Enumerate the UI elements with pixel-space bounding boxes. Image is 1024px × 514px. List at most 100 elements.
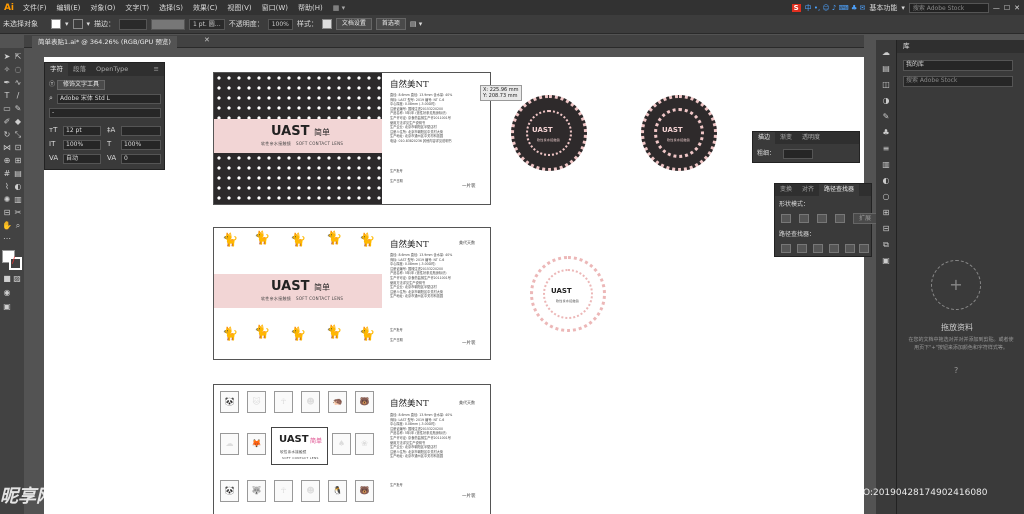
tab-pathfinder[interactable]: 路径查找器 xyxy=(819,184,860,196)
stroke-swatch[interactable] xyxy=(72,19,83,29)
intersect-button[interactable] xyxy=(817,214,827,223)
libraries-icon[interactable]: ☁ xyxy=(881,48,891,58)
layers-icon[interactable]: ◫ xyxy=(881,80,891,90)
artboard[interactable]: UAST 简单 软性亲水接触镜 SOFT CONTACT LENS 自然美NT … xyxy=(44,57,864,514)
more-tools-icon[interactable]: ⋯ xyxy=(2,234,12,244)
minus-front-button[interactable] xyxy=(799,214,809,223)
round-label-dark-1[interactable]: UAST 软性亲水接触镜 xyxy=(511,95,587,171)
kerning-field[interactable]: 自动 xyxy=(63,154,101,164)
eraser-tool-icon[interactable]: ◆ xyxy=(13,117,23,127)
menu-view[interactable]: 视图(V) xyxy=(222,3,256,13)
shape-builder-tool-icon[interactable]: ⊕ xyxy=(2,156,12,166)
magic-wand-tool-icon[interactable]: ✧ xyxy=(2,65,12,75)
menu-effect[interactable]: 效果(C) xyxy=(188,3,222,13)
panel-menu-icon[interactable]: ≡ xyxy=(149,63,164,76)
curvature-tool-icon[interactable]: ∿ xyxy=(13,78,23,88)
eyedropper-tool-icon[interactable]: ⌇ xyxy=(2,182,12,192)
round-label-dark-2[interactable]: UAST 软性亲水接触镜 xyxy=(641,95,717,171)
preferences-button[interactable]: 首选项 xyxy=(375,18,406,30)
lasso-tool-icon[interactable]: ◌ xyxy=(13,65,23,75)
tab-opentype[interactable]: OpenType xyxy=(91,63,133,76)
gradient-tool-icon[interactable]: ▤ xyxy=(13,169,23,179)
opacity-field[interactable]: 100% xyxy=(267,18,293,30)
mesh-tool-icon[interactable]: # xyxy=(2,169,12,179)
appearance-icon[interactable]: ○ xyxy=(881,192,891,202)
expand-button[interactable]: 扩展 xyxy=(853,213,878,224)
align-icon[interactable]: ⊟ xyxy=(881,224,891,234)
width-tool-icon[interactable]: ⋈ xyxy=(2,143,12,153)
tab-paragraph[interactable]: 段落 xyxy=(68,63,91,76)
workspace-switcher[interactable]: 基本功能 xyxy=(869,3,897,13)
merge-button[interactable] xyxy=(813,244,823,253)
graph-tool-icon[interactable]: ▥ xyxy=(13,195,23,205)
gradient-icon[interactable]: ▥ xyxy=(881,160,891,170)
menu-edit[interactable]: 编辑(E) xyxy=(52,3,86,13)
stroke-weight-field[interactable] xyxy=(119,18,148,30)
symbol-sprayer-tool-icon[interactable]: ✺ xyxy=(2,195,12,205)
library-select[interactable]: 我的库 xyxy=(903,60,1013,71)
blend-tool-icon[interactable]: ◐ xyxy=(13,182,23,192)
transform-icon[interactable]: ⊞ xyxy=(881,208,891,218)
round-label-light[interactable]: UAST 软性亲水接触镜 xyxy=(530,256,606,332)
properties-icon[interactable]: ▤ xyxy=(881,64,891,74)
pathfinder-icon[interactable]: ⧉ xyxy=(881,240,891,250)
font-style-field[interactable]: - xyxy=(49,108,161,118)
document-tab[interactable]: 简单表贴1.ai* @ 364.26% (RGB/GPU 预览) xyxy=(32,36,177,48)
tracking-field[interactable]: 0 xyxy=(121,154,161,164)
tab-gradient[interactable]: 渐变 xyxy=(775,132,797,144)
menu-file[interactable]: 文件(F) xyxy=(18,3,52,13)
exclude-button[interactable] xyxy=(835,214,845,223)
menu-help[interactable]: 帮助(H) xyxy=(293,3,328,13)
transparency-icon[interactable]: ◐ xyxy=(881,176,891,186)
minimize-icon[interactable]: — xyxy=(993,4,1000,12)
scale-tool-icon[interactable]: ⤡ xyxy=(13,130,23,140)
menu-object[interactable]: 对象(O) xyxy=(85,3,120,13)
trim-button[interactable] xyxy=(797,244,807,253)
stock-search-input[interactable]: 搜索 Adobe Stock xyxy=(908,2,989,13)
unite-button[interactable] xyxy=(781,214,791,223)
minus-back-button[interactable] xyxy=(859,244,869,253)
arrange-icon[interactable]: ▤ ▾ xyxy=(410,20,422,28)
rotate-tool-icon[interactable]: ↻ xyxy=(2,130,12,140)
shaper-tool-icon[interactable]: ✐ xyxy=(2,117,12,127)
menu-type[interactable]: 文字(T) xyxy=(120,3,154,13)
stroke-weight-input[interactable] xyxy=(783,149,813,159)
maximize-icon[interactable]: ☐ xyxy=(1004,4,1010,12)
artboards-icon[interactable]: ▣ xyxy=(881,256,891,266)
brush-definition[interactable]: 1 pt. 圆… xyxy=(189,18,225,30)
color-icon[interactable]: ◑ xyxy=(881,96,891,106)
direct-selection-tool-icon[interactable]: ⇱ xyxy=(13,52,23,62)
brushes-icon[interactable]: ✎ xyxy=(881,112,891,122)
leading-field[interactable] xyxy=(121,126,161,136)
outline-button[interactable] xyxy=(845,244,855,253)
label-cats[interactable]: 🐈 🐈 🐈 🐈 🐈 UAST 简单 软性亲水接触镜 SOFT CONTACT L… xyxy=(213,227,491,360)
library-search-input[interactable]: 搜索 Adobe Stock xyxy=(903,76,1013,87)
document-setup-button[interactable]: 文档设置 xyxy=(335,18,372,30)
zoom-tool-icon[interactable]: ⌕ xyxy=(13,221,23,231)
rectangle-tool-icon[interactable]: ▭ xyxy=(2,104,12,114)
touch-type-button[interactable]: 修饰文字工具 xyxy=(56,80,105,90)
paintbrush-tool-icon[interactable]: ✎ xyxy=(13,104,23,114)
fill-chevron-icon[interactable]: ▾ xyxy=(65,20,69,28)
tab-transparency[interactable]: 透明度 xyxy=(797,132,825,144)
color-mode-icon[interactable]: ■ xyxy=(2,274,12,284)
close-tab-icon[interactable]: ✕ xyxy=(204,36,210,44)
type-tool-icon[interactable]: T xyxy=(2,91,12,101)
close-icon[interactable]: ✕ xyxy=(1014,4,1020,12)
font-search-icon[interactable]: ⌕ xyxy=(49,94,53,103)
stroke-icon[interactable]: ≡ xyxy=(881,144,891,154)
selection-tool-icon[interactable]: ➤ xyxy=(2,52,12,62)
vertical-scale-field[interactable]: 100% xyxy=(63,140,101,150)
font-family-field[interactable]: Adobe 宋体 Std L xyxy=(57,94,161,104)
artboard-tool-icon[interactable]: ⊟ xyxy=(2,208,12,218)
slice-tool-icon[interactable]: ✂ xyxy=(13,208,23,218)
hand-tool-icon[interactable]: ✋ xyxy=(2,221,12,231)
pen-tool-icon[interactable]: ✒ xyxy=(2,78,12,88)
crop-button[interactable] xyxy=(829,244,839,253)
touch-type-icon[interactable]: Ⓣ xyxy=(49,81,55,88)
add-asset-icon[interactable]: + xyxy=(931,260,981,310)
draw-mode-icon[interactable]: ◉ xyxy=(2,288,12,298)
label-cards[interactable]: 🐼 🐱 ☥ ☻ 🦔 🐻 ☁ 🦊 UAST 简单 软性亲水接触镜 SOFT CON… xyxy=(213,384,491,514)
stroke-color-box[interactable] xyxy=(9,257,22,270)
label-polka-dot[interactable]: UAST 简单 软性亲水接触镜 SOFT CONTACT LENS 自然美NT … xyxy=(213,72,491,205)
